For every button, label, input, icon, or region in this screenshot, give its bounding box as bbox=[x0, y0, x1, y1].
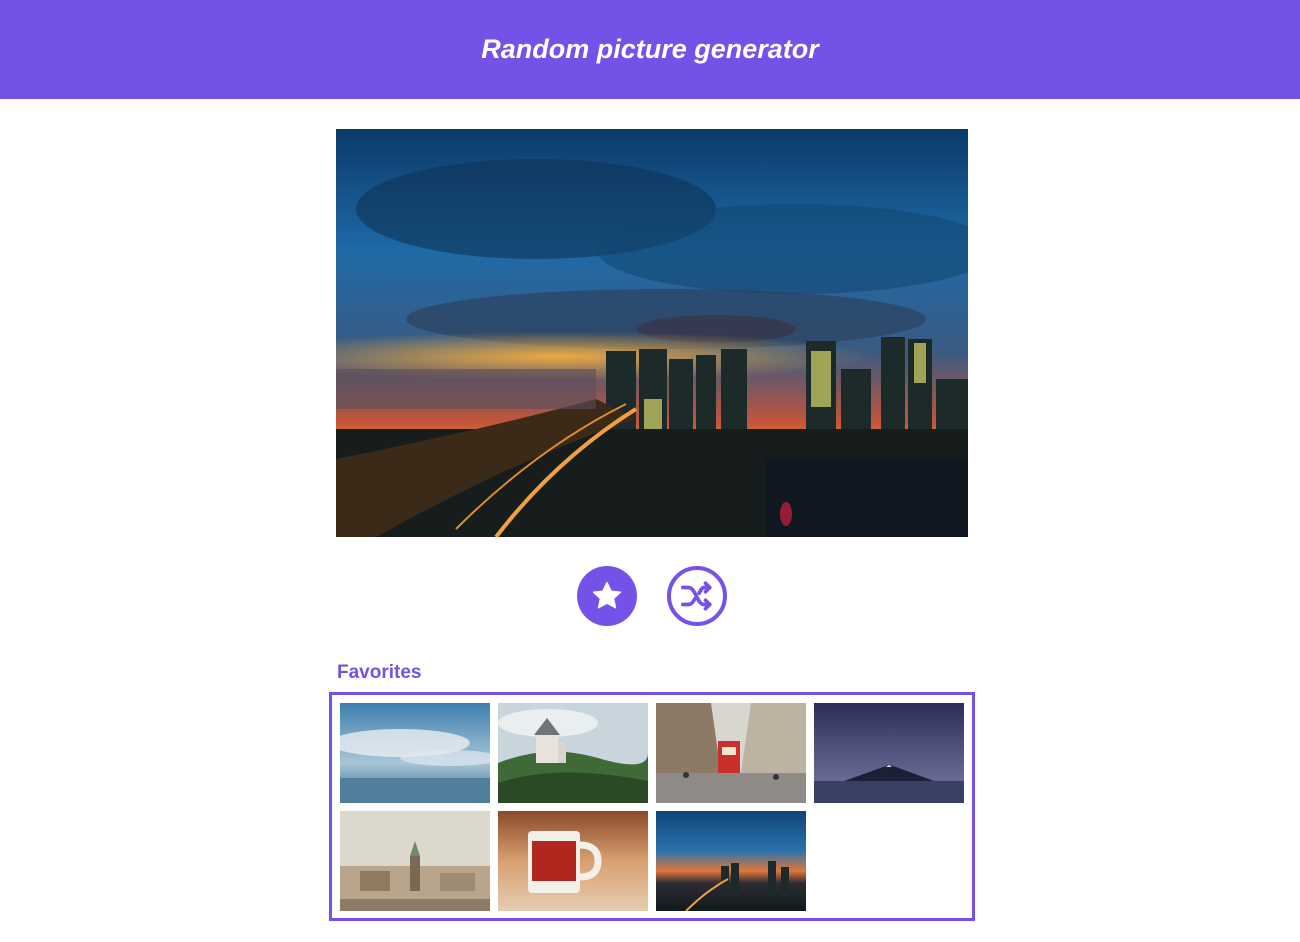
favorite-thumbnail[interactable] bbox=[656, 811, 806, 911]
favorite-thumbnail[interactable] bbox=[656, 703, 806, 803]
favorite-thumbnail[interactable] bbox=[498, 703, 648, 803]
favorites-heading: Favorites bbox=[337, 662, 422, 683]
favorite-thumbnail[interactable] bbox=[498, 811, 648, 911]
app-header: Random picture generator bbox=[0, 0, 1300, 99]
favorite-thumbnail[interactable] bbox=[340, 811, 490, 911]
main-picture bbox=[336, 129, 968, 537]
star-icon bbox=[592, 581, 622, 609]
favorite-thumbnail[interactable] bbox=[340, 703, 490, 803]
favorites-grid bbox=[329, 692, 975, 921]
shuffle-icon bbox=[680, 581, 712, 611]
shuffle-button[interactable] bbox=[667, 566, 727, 626]
favorite-button[interactable] bbox=[577, 566, 637, 626]
favorite-thumbnail[interactable] bbox=[814, 703, 964, 803]
page-title: Random picture generator bbox=[481, 34, 819, 64]
